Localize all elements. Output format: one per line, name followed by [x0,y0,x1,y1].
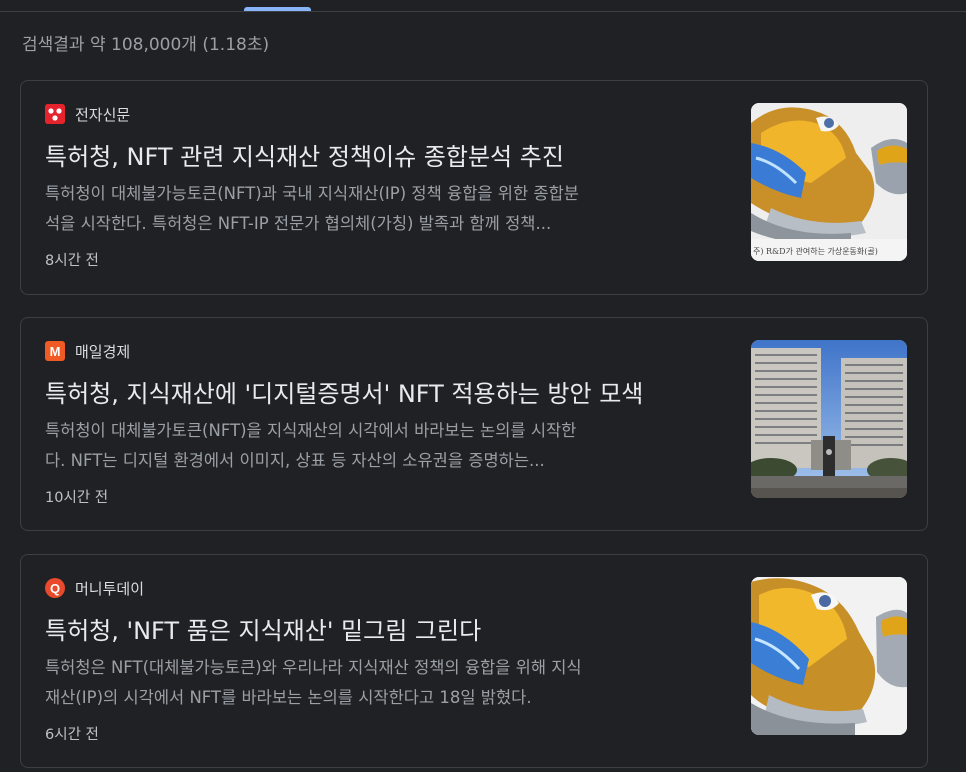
news-thumbnail[interactable] [751,340,907,498]
news-results-page: 검색결과 약 108,000개 (1.18초) 전자신문 특허청, NFT 관련… [0,0,966,772]
news-time: 10시간 전 [45,490,109,506]
snippet-line: 다. NFT는 디지털 환경에서 이미지, 상표 등 자산의 소유권을 증명하는… [45,451,545,470]
etnews-logo-icon [45,104,65,124]
news-snippet: 특허청은 NFT(대체불가능토큰)와 우리나라 지식재산 정책의 융합을 위해 … [45,653,735,713]
news-headline-link[interactable]: 특허청, NFT 관련 지식재산 정책이슈 종합분석 추진 [45,137,564,172]
thumbnail-caption: 주) R&D가 관여하는 가상운동화(골) [753,246,878,256]
news-result-card[interactable]: Q 머니투데이 특허청, 'NFT 품은 지식재산' 밑그림 그린다 특허청은 … [20,554,928,768]
result-stats: 검색결과 약 108,000개 (1.18초) [22,35,270,55]
government-building-image [751,340,907,498]
source-name: 전자신문 [75,105,131,124]
source-name: 매일경제 [75,342,131,361]
news-source[interactable]: Q 머니투데이 [45,577,144,599]
news-result-card[interactable]: 전자신문 특허청, NFT 관련 지식재산 정책이슈 종합분석 추진 특허청이 … [20,80,928,295]
snippet-line: 특허청은 NFT(대체불가능토큰)와 우리나라 지식재산 정책의 융합을 위해 … [45,658,582,677]
mt-logo-icon: Q [45,578,65,598]
news-time: 8시간 전 [45,253,99,269]
sneaker-image: 주) R&D가 관여하는 가상운동화(골) [751,103,907,261]
snippet-line: 특허청이 대체불가토큰(NFT)을 지식재산의 시각에서 바라보는 논의를 시작… [45,421,577,440]
active-tab-indicator [244,7,311,11]
sneaker-image [751,577,907,735]
snippet-line: 석을 시작한다. 특허청은 NFT-IP 전문가 협의체(가칭) 발족과 함께 … [45,214,552,233]
news-thumbnail[interactable] [751,577,907,735]
news-source[interactable]: 전자신문 [45,103,130,125]
news-thumbnail[interactable]: 주) R&D가 관여하는 가상운동화(골) [751,103,907,261]
mk-logo-icon: M [45,341,65,361]
snippet-line: 특허청이 대체불가능토큰(NFT)과 국내 지식재산(IP) 정책 융합을 위한… [45,184,579,203]
news-time: 6시간 전 [45,727,99,743]
source-name: 머니투데이 [75,579,145,598]
news-snippet: 특허청이 대체불가능토큰(NFT)과 국내 지식재산(IP) 정책 융합을 위한… [45,179,735,239]
news-snippet: 특허청이 대체불가토큰(NFT)을 지식재산의 시각에서 바라보는 논의를 시작… [45,416,735,476]
tab-bar-divider [0,11,966,12]
news-result-card[interactable]: M 매일경제 특허청, 지식재산에 '디지털증명서' NFT 적용하는 방안 모… [20,317,928,531]
snippet-line: 재산(IP)의 시각에서 NFT를 바라보는 논의를 시작한다고 18일 밝혔다… [45,688,532,707]
news-source[interactable]: M 매일경제 [45,340,130,362]
news-headline-link[interactable]: 특허청, 'NFT 품은 지식재산' 밑그림 그린다 [45,611,481,646]
news-headline-link[interactable]: 특허청, 지식재산에 '디지털증명서' NFT 적용하는 방안 모색 [45,374,643,409]
